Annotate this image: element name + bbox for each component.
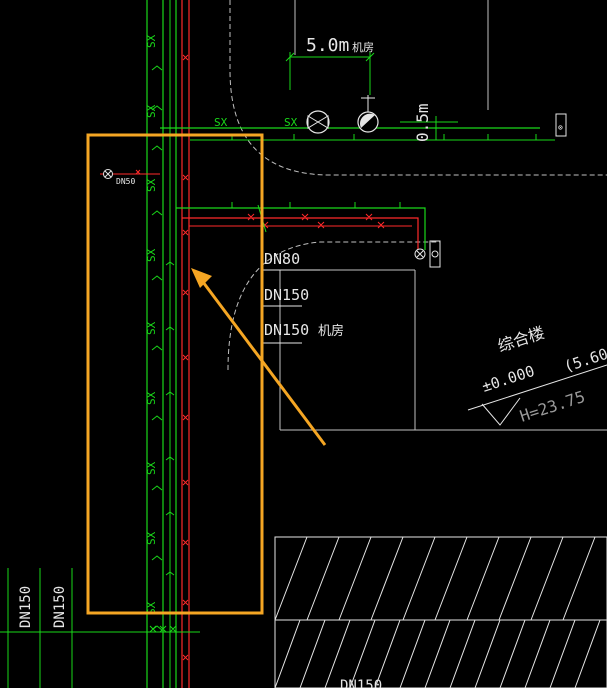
dn150-text-2: DN150 — [264, 321, 309, 339]
sx-label: SX — [145, 34, 158, 48]
dn150-text-1: DN150 — [264, 286, 309, 304]
gate-valve-icon — [306, 110, 330, 134]
sx-label: SX — [145, 531, 158, 545]
dn150-bottom-text: DN150 — [340, 678, 382, 688]
sx-label: SX — [145, 178, 158, 192]
dim-05m-text: 0.5m — [413, 103, 432, 142]
sx-label-top-2: SX — [284, 116, 298, 129]
cad-drawing: SX SX SX SX SX SX SX SX SX SX SX ⊗ 5.0m … — [0, 0, 607, 688]
jifang-top-text: 机房 — [352, 40, 374, 54]
dn80-text: DN80 — [264, 250, 300, 268]
sx-label: SX — [145, 321, 158, 335]
sx-label: SX — [145, 104, 158, 118]
sx-label-top-1: SX — [214, 116, 228, 129]
dn150-vertical-1: DN150 — [18, 586, 34, 628]
svg-text:⊗: ⊗ — [558, 123, 563, 132]
sx-label: SX — [145, 391, 158, 405]
dim-5m-text: 5.0m — [306, 35, 349, 56]
jifang-mid-text: 机房 — [318, 323, 344, 339]
dn50-text: DN50 — [116, 177, 135, 186]
sx-label: SX — [145, 461, 158, 475]
sx-label: SX — [145, 248, 158, 262]
dn150-vertical-2: DN150 — [52, 586, 68, 628]
